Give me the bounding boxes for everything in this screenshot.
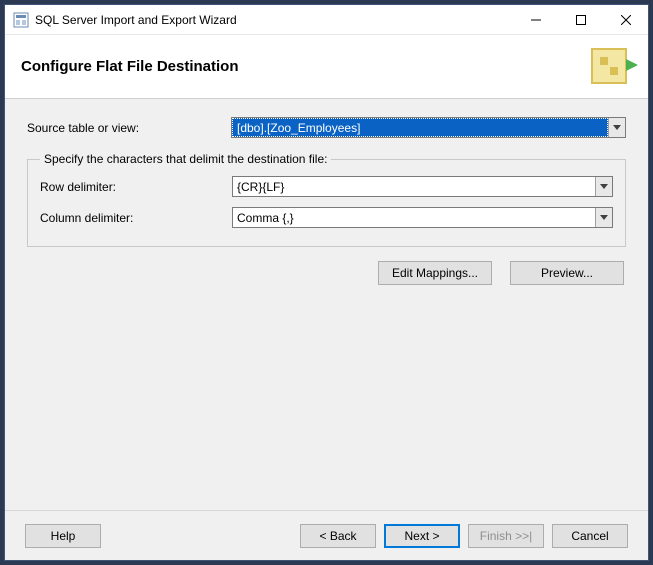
wizard-footer: Help < Back Next > Finish >>| Cancel xyxy=(5,510,648,560)
maximize-button[interactable] xyxy=(558,5,603,34)
wizard-header: Configure Flat File Destination xyxy=(5,35,648,99)
source-row: Source table or view: [dbo].[Zoo_Employe… xyxy=(27,117,626,138)
edit-mappings-button[interactable]: Edit Mappings... xyxy=(378,261,492,285)
wizard-header-icon xyxy=(586,43,638,91)
source-table-value: [dbo].[Zoo_Employees] xyxy=(232,118,608,137)
delimiter-legend: Specify the characters that delimit the … xyxy=(40,152,331,166)
chevron-down-icon xyxy=(595,208,612,227)
content-area: Source table or view: [dbo].[Zoo_Employe… xyxy=(5,99,648,510)
preview-button[interactable]: Preview... xyxy=(510,261,624,285)
minimize-button[interactable] xyxy=(513,5,558,34)
close-button[interactable] xyxy=(603,5,648,34)
source-table-select[interactable]: [dbo].[Zoo_Employees] xyxy=(231,117,626,138)
window-controls xyxy=(513,5,648,34)
action-buttons: Edit Mappings... Preview... xyxy=(27,261,626,285)
page-title: Configure Flat File Destination xyxy=(21,58,239,75)
back-button[interactable]: < Back xyxy=(300,524,376,548)
row-delimiter-label: Row delimiter: xyxy=(40,180,232,194)
app-icon xyxy=(13,12,29,28)
column-delimiter-value: Comma {,} xyxy=(233,208,595,227)
window-title: SQL Server Import and Export Wizard xyxy=(35,13,513,27)
column-delimiter-row: Column delimiter: Comma {,} xyxy=(40,207,613,228)
column-delimiter-label: Column delimiter: xyxy=(40,211,232,225)
row-delimiter-row: Row delimiter: {CR}{LF} xyxy=(40,176,613,197)
titlebar: SQL Server Import and Export Wizard xyxy=(5,5,648,35)
delimiter-group: Specify the characters that delimit the … xyxy=(27,152,626,247)
row-delimiter-value: {CR}{LF} xyxy=(233,177,595,196)
source-label: Source table or view: xyxy=(27,121,231,135)
row-delimiter-select[interactable]: {CR}{LF} xyxy=(232,176,613,197)
finish-button: Finish >>| xyxy=(468,524,544,548)
column-delimiter-select[interactable]: Comma {,} xyxy=(232,207,613,228)
chevron-down-icon xyxy=(608,118,625,137)
wizard-window: SQL Server Import and Export Wizard Conf… xyxy=(4,4,649,561)
help-button[interactable]: Help xyxy=(25,524,101,548)
next-button[interactable]: Next > xyxy=(384,524,460,548)
cancel-button[interactable]: Cancel xyxy=(552,524,628,548)
chevron-down-icon xyxy=(595,177,612,196)
